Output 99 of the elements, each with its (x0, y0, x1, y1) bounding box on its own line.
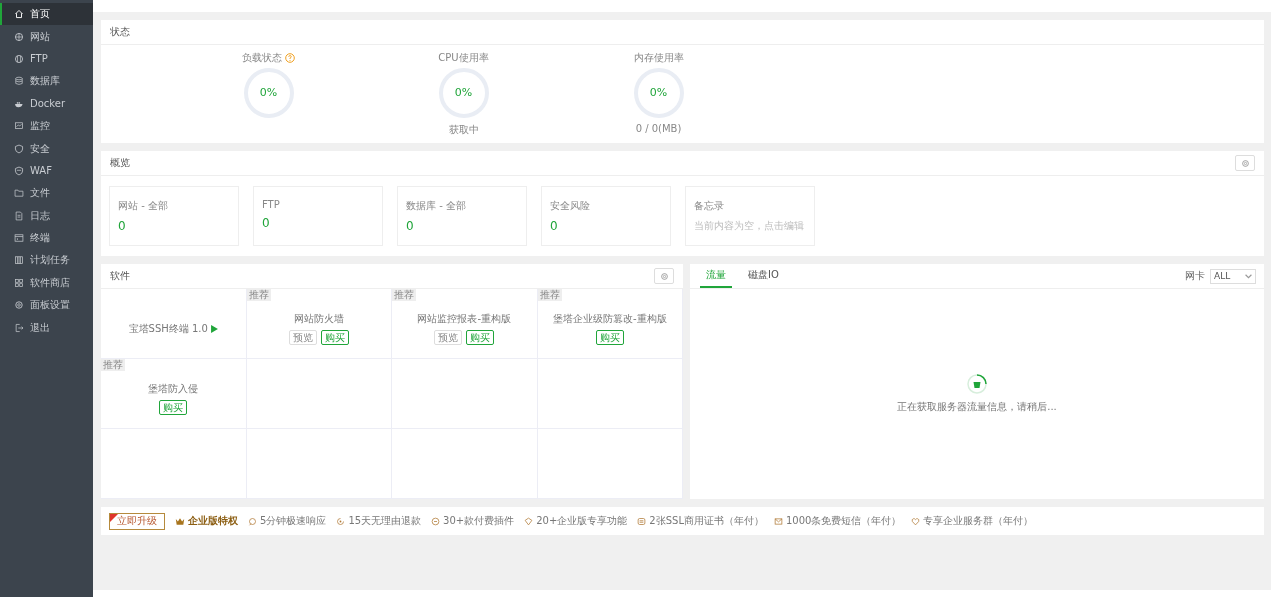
feature-text: 30+款付费插件 (443, 514, 515, 528)
feature-text: 专享企业服务群（年付） (923, 514, 1034, 528)
loading-icon (967, 374, 987, 394)
sidebar-item-icon (14, 233, 24, 244)
sidebar-item-icon (14, 121, 24, 132)
buy-button[interactable]: 购买 (320, 330, 349, 345)
feature-text: 20+企业版专享功能 (536, 514, 628, 528)
feature-icon (336, 516, 346, 526)
feature-icon (431, 516, 441, 526)
upgrade-title: 企业版特权 (188, 514, 238, 528)
sidebar-item-icon (14, 165, 24, 176)
recommend-tag: 推荐 (392, 289, 416, 301)
tab[interactable]: 磁盘IO (742, 264, 785, 288)
sidebar-item-icon (14, 210, 24, 221)
sidebar-item[interactable]: FTP (0, 47, 93, 71)
gauge-caption: 获取中 (448, 123, 479, 137)
caret-icon (1245, 273, 1252, 279)
overview-tile[interactable]: 安全风险 0 (541, 186, 671, 246)
recommend-tag: 推荐 (537, 289, 562, 301)
gear-icon (659, 271, 669, 281)
nic-select[interactable]: ALL (1210, 268, 1256, 284)
gauge-label: CPU使用率 (438, 51, 489, 65)
sidebar-item[interactable]: 监控 (0, 114, 93, 138)
sidebar-item-icon (14, 76, 24, 87)
tile-value: 0 (550, 219, 559, 233)
gauge-value: 0% (258, 86, 279, 100)
card-title: 概览 (110, 156, 130, 170)
feature-text: 1000条免费短信（年付） (785, 514, 902, 528)
sidebar-item-icon (14, 300, 24, 311)
nic-label: 网卡 (1185, 269, 1205, 283)
tile-value: 0 (262, 216, 271, 230)
play-icon[interactable] (210, 324, 218, 333)
card-title: 状态 (110, 25, 130, 39)
software-name[interactable]: 堡塔企业级防篡改-重构版 (552, 312, 667, 326)
crown-icon (175, 516, 185, 526)
feature-icon (773, 516, 783, 526)
sidebar-item-icon (14, 9, 24, 20)
card-title: 软件 (110, 269, 130, 283)
feature-text: 15天无理由退款 (348, 514, 422, 528)
feature-text: 5分钟极速响应 (260, 514, 327, 528)
recommend-tag: 推荐 (101, 359, 125, 371)
sidebar-item-icon (14, 188, 24, 199)
recommend-tag: 推荐 (246, 289, 271, 301)
sidebar-item[interactable]: 日志 (0, 204, 93, 227)
loading-text: 正在获取服务器流量信息，请稍后... (897, 400, 1057, 414)
feature-icon (248, 516, 257, 526)
buy-button[interactable]: 购买 (159, 400, 188, 415)
gauge-caption: 0 / 0(MB) (635, 123, 682, 134)
buy-button[interactable]: 购买 (595, 330, 624, 345)
settings-button[interactable] (1235, 155, 1255, 171)
sidebar-item-icon (14, 277, 24, 288)
software-name[interactable]: 堡塔防入侵 (148, 382, 199, 396)
sidebar-item-icon (14, 143, 24, 154)
tab[interactable]: 流量 (700, 264, 732, 288)
gauge-value: 0% (453, 86, 474, 100)
sidebar-item[interactable]: 数据库 (0, 70, 93, 93)
sidebar-item[interactable]: WAF (0, 159, 93, 183)
tile-label: 网站 - 全部 (118, 199, 169, 213)
overview-tile[interactable]: 网站 - 全部 0 (109, 186, 239, 246)
sidebar-item[interactable]: 网站 (0, 25, 93, 48)
sidebar-item[interactable]: 文件 (0, 182, 93, 205)
overview-tile[interactable]: 数据库 - 全部 0 (397, 186, 527, 246)
tile-label: 数据库 - 全部 (406, 199, 467, 213)
sidebar-item[interactable]: 计划任务 (0, 249, 93, 272)
upgrade-button[interactable]: 立即升级 (109, 512, 165, 530)
buy-button[interactable]: 购买 (466, 330, 495, 345)
tile-label: 备忘录 (694, 199, 725, 213)
settings-button[interactable] (654, 268, 674, 284)
gauge-label: 内存使用率 (633, 51, 684, 65)
software-name[interactable]: 网站防火墙 (293, 312, 344, 326)
tile-value: 0 (406, 219, 415, 233)
sidebar-item[interactable]: 退出 (0, 316, 93, 339)
sidebar-item-icon (14, 255, 24, 266)
software-name[interactable]: 网站监控报表-重构版 (417, 312, 512, 326)
preview-button[interactable]: 预览 (434, 330, 463, 345)
sidebar-item[interactable]: Docker (0, 92, 93, 115)
sidebar-item[interactable]: 终端 (0, 226, 93, 250)
software-name[interactable]: 宝塔SSH终端 1.0 (128, 321, 218, 336)
overview-tile[interactable]: FTP 0 (253, 186, 383, 246)
gauge-value: 0% (648, 86, 669, 100)
feature-icon (524, 516, 534, 526)
preview-button[interactable]: 预览 (288, 330, 317, 345)
feature-icon (911, 516, 921, 526)
help-icon[interactable] (285, 53, 295, 63)
feature-icon (637, 516, 647, 526)
gauge-label: 负载状态 (242, 51, 282, 65)
ribbon-icon (110, 513, 118, 522)
gear-icon (1240, 158, 1250, 168)
sidebar-item-icon (14, 31, 24, 42)
sidebar-item[interactable]: 首页 (0, 3, 93, 26)
tile-label: FTP (262, 199, 281, 210)
sidebar-item[interactable]: 面板设置 (0, 294, 93, 317)
sidebar-item-icon (14, 53, 24, 64)
sidebar-item-icon (14, 322, 24, 333)
sidebar-item[interactable]: 软件商店 (0, 271, 93, 295)
tile-label: 安全风险 (550, 199, 591, 213)
tile-value: 0 (118, 219, 127, 233)
feature-text: 2张SSL商用证书（年付） (649, 514, 764, 528)
sidebar-item[interactable]: 安全 (0, 137, 93, 160)
